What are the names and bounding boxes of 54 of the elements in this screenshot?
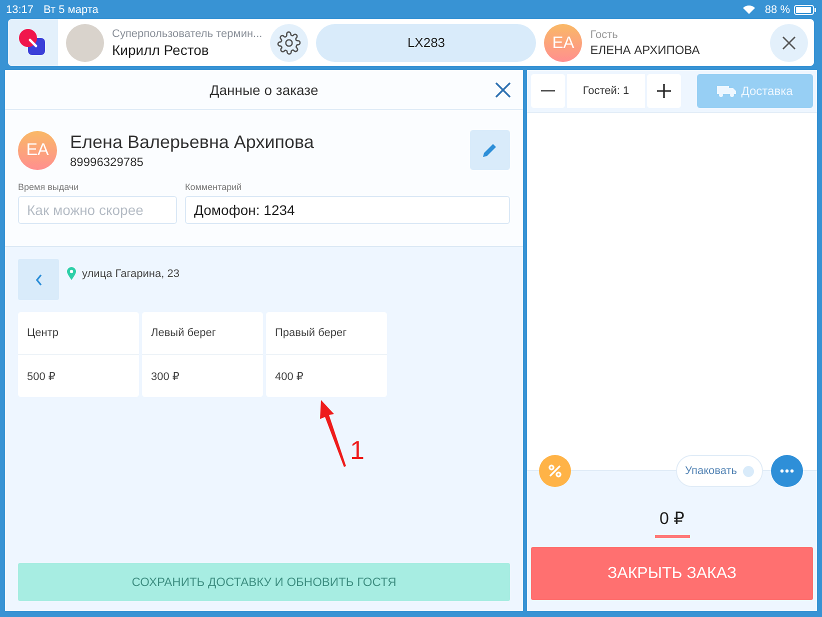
truck-icon: [717, 85, 738, 97]
zone-name: Правый берег: [266, 312, 387, 355]
zone-name: Левый берег: [142, 312, 263, 355]
input-field[interactable]: Как можно скорее: [18, 196, 177, 224]
zone-price: 400 ₽: [274, 370, 304, 384]
location-pin-icon: [67, 267, 76, 280]
settings-icon: [277, 30, 302, 54]
close-button[interactable]: [493, 80, 513, 100]
discount-button[interactable]: [539, 455, 571, 487]
annotation-arrow: [318, 400, 348, 468]
input-field[interactable]: Домофон: 1234: [185, 196, 510, 224]
order-code[interactable]: LX283: [316, 24, 536, 62]
zone-card[interactable]: Центр 500 ₽: [18, 312, 139, 397]
address-text: улица Гагарина, 23: [82, 268, 180, 280]
plus-icon: [657, 84, 671, 98]
percent-icon: [548, 464, 562, 478]
guest-name: ЕЛЕНА АРХИПОВА: [590, 42, 700, 56]
pencil-icon: [481, 141, 499, 159]
chevron-left-icon: [34, 274, 42, 286]
customer-name: Елена Валерьевна Архипова: [70, 132, 314, 152]
customer-phone: 89996329785: [70, 154, 144, 168]
user-avatar: [66, 24, 104, 62]
zone-card[interactable]: Правый берег 400 ₽: [266, 312, 387, 397]
zone-price: 500 ₽: [26, 370, 56, 384]
status-date: Вт 5 марта: [44, 4, 98, 16]
more-button[interactable]: [771, 455, 803, 487]
pack-toggle[interactable]: Упаковать: [676, 455, 763, 487]
guest-avatar: EA: [544, 24, 582, 62]
logo-icon: [18, 28, 48, 58]
zone-name: Центр: [18, 312, 139, 355]
plus-button[interactable]: [647, 74, 681, 108]
panel-title: Данные о заказе: [210, 82, 318, 98]
battery-icon: [794, 4, 816, 14]
minus-icon: [541, 90, 555, 92]
wifi-icon: [742, 5, 755, 14]
close-icon: [782, 36, 796, 50]
close-icon: [493, 80, 513, 100]
close-button[interactable]: [770, 24, 808, 62]
zone-price: 300 ₽: [150, 370, 180, 384]
order-total: 0 ₽: [660, 509, 684, 529]
user-role: Суперпользователь термин...: [112, 28, 262, 40]
battery-level: 88 %: [764, 4, 790, 16]
zone-card[interactable]: Левый берег 300 ₽: [142, 312, 263, 397]
more-icon: [780, 469, 794, 473]
customer-avatar: EA: [18, 130, 57, 170]
field-label: Время выдачи: [18, 182, 80, 192]
settings-button[interactable]: [270, 24, 308, 62]
user-name: Кирилл Рестов: [112, 42, 210, 58]
guest-count: Гостей: 1: [567, 74, 645, 108]
field-label: Комментарий: [185, 182, 243, 192]
edit-button[interactable]: [470, 130, 510, 170]
status-time: 13:17: [6, 4, 34, 16]
annotation-label: 1: [350, 435, 364, 466]
guest-label: Гость: [590, 28, 619, 40]
